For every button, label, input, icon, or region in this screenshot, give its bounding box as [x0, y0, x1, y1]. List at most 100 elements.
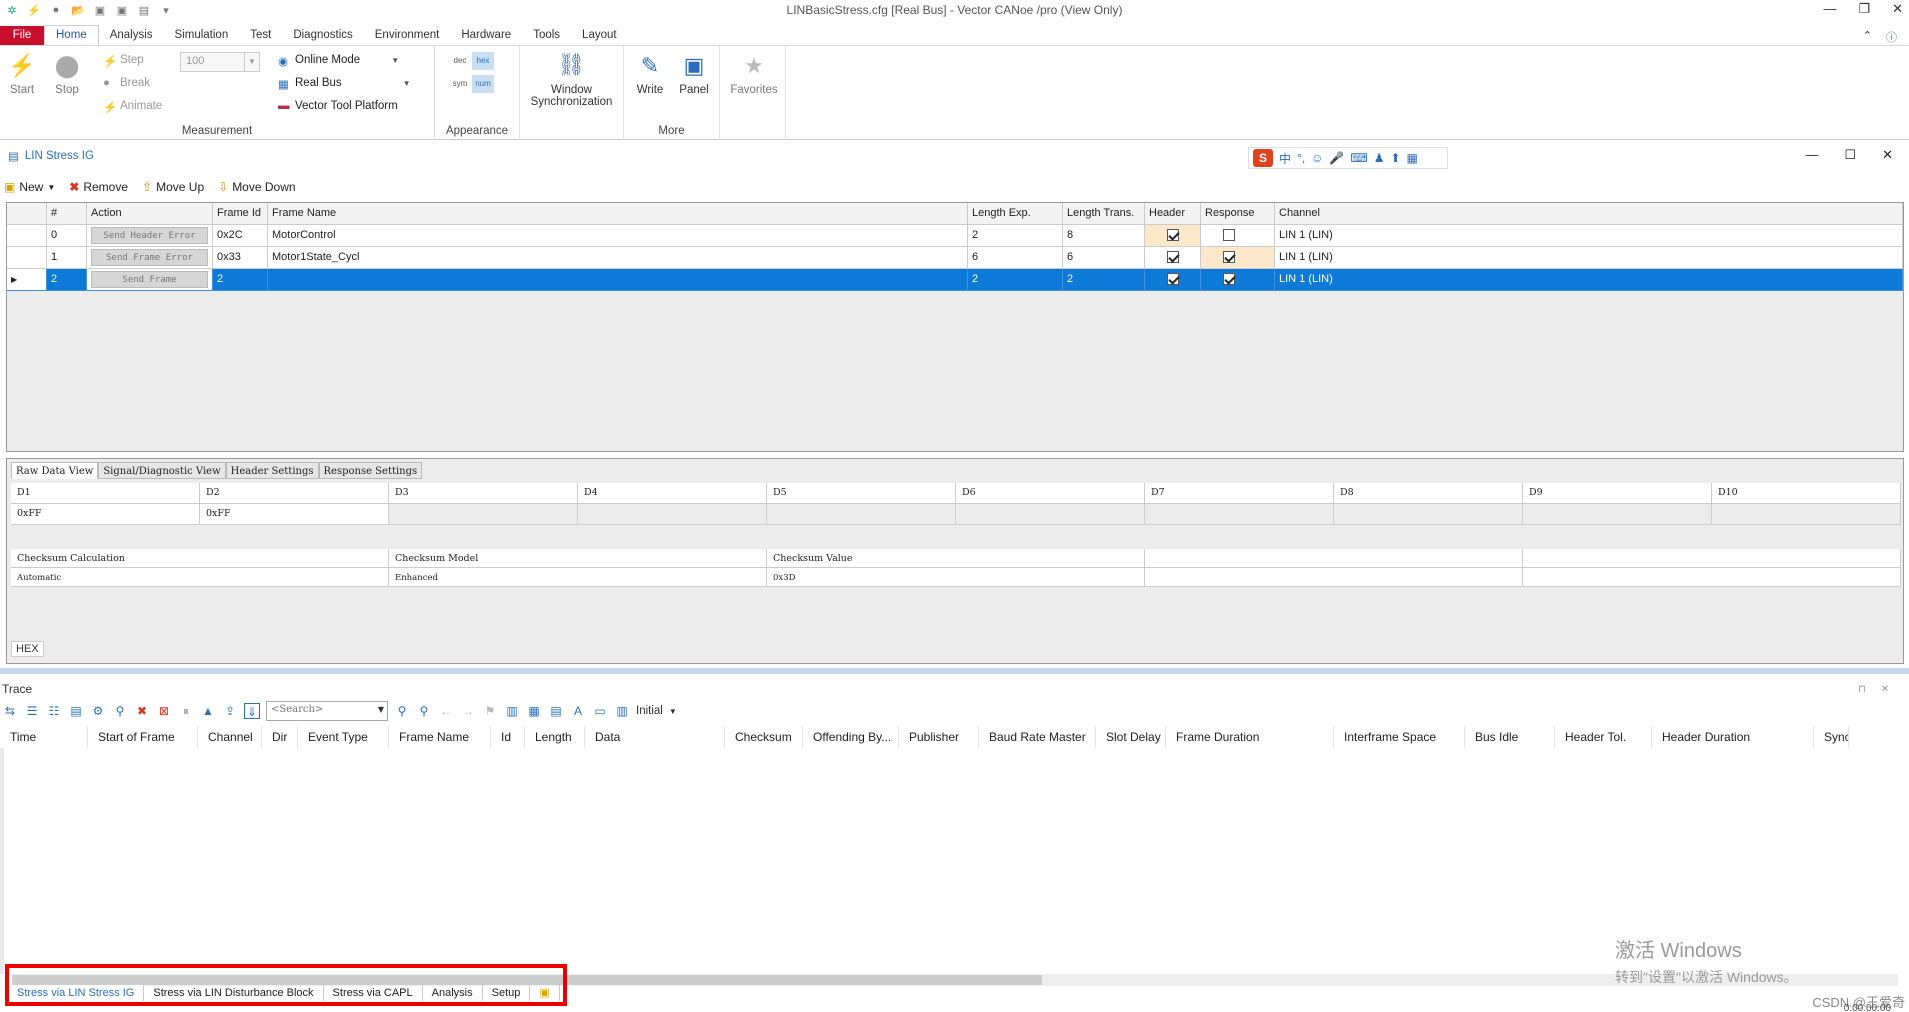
trace-autoscroll-icon[interactable]: ⇓: [244, 703, 260, 719]
checksum-value[interactable]: 0x3D: [767, 568, 1145, 587]
nav-forward-icon[interactable]: →: [460, 703, 476, 719]
grid-header-response[interactable]: Response: [1201, 203, 1275, 225]
print-icon[interactable]: ▤: [136, 4, 152, 17]
row-frame-id[interactable]: 0x33: [213, 247, 268, 269]
trace-col-data[interactable]: Data: [585, 726, 725, 748]
window-options-icon[interactable]: ▭: [592, 703, 608, 719]
trace-col-bus-idle[interactable]: Bus Idle: [1465, 726, 1555, 748]
row-frame-id[interactable]: 0x2C: [213, 225, 268, 247]
stop-button[interactable]: ⬤ Stop: [47, 52, 87, 96]
write-button[interactable]: ✎ Write: [630, 52, 670, 96]
trace-col-id[interactable]: Id: [491, 726, 525, 748]
trace-window-controls[interactable]: ⊓ ✕: [1858, 684, 1895, 695]
trace-col-frame-duration[interactable]: Frame Duration: [1166, 726, 1334, 748]
save-as-icon[interactable]: ▣: [114, 4, 130, 17]
view-options-icon[interactable]: ▤: [548, 703, 564, 719]
tab-simulation[interactable]: Simulation: [164, 26, 240, 45]
data-value-d10[interactable]: [1712, 504, 1901, 525]
ime-keyboard-icon[interactable]: ⌨: [1350, 151, 1367, 165]
grid-header-length-trans[interactable]: Length Trans.: [1063, 203, 1145, 225]
trace-col-offending-byte[interactable]: Offending By...: [803, 726, 899, 748]
trace-detail-icon[interactable]: ▤: [68, 703, 84, 719]
trace-filter-icon[interactable]: ⚙: [90, 703, 106, 719]
close-button[interactable]: ✕: [1892, 1, 1903, 17]
trace-col-sync-break[interactable]: Sync Br: [1814, 726, 1849, 748]
initial-layout-icon[interactable]: ▥: [614, 703, 630, 719]
open-folder-icon[interactable]: 📂: [70, 4, 86, 17]
grid-header-action[interactable]: Action: [87, 203, 213, 225]
ime-toolbox-icon[interactable]: ⬆: [1390, 151, 1400, 165]
trace-col-header-duration[interactable]: Header Duration: [1652, 726, 1814, 748]
data-value-d6[interactable]: [956, 504, 1145, 525]
trace-col-baud-rate-master[interactable]: Baud Rate Master: [979, 726, 1096, 748]
table-row[interactable]: 0 Send Header Error 0x2C MotorControl 2 …: [7, 225, 1903, 247]
panel-button[interactable]: ▣ Panel: [674, 52, 714, 96]
online-mode-button[interactable]: ◉ Online Mode ▼: [278, 54, 399, 68]
data-value-d4[interactable]: [578, 504, 767, 525]
data-value-d3[interactable]: [389, 504, 578, 525]
pane-splitter[interactable]: [0, 668, 1909, 674]
tab-tools[interactable]: Tools: [522, 26, 571, 45]
table-row[interactable]: 1 Send Frame Error 0x33 Motor1State_Cycl…: [7, 247, 1903, 269]
tab-environment[interactable]: Environment: [364, 26, 451, 45]
format-hex-button[interactable]: hex: [472, 52, 494, 70]
row-length-trans[interactable]: 2: [1063, 269, 1145, 291]
tab-stress-via-lin-disturbance-block[interactable]: Stress via LIN Disturbance Block: [144, 985, 324, 1001]
step-button[interactable]: ⚡ Step: [103, 54, 144, 68]
tab-analysis-desktop[interactable]: Analysis: [423, 985, 483, 1001]
bookmark-icon[interactable]: ⚑: [482, 703, 498, 719]
move-up-button[interactable]: ⇧ Move Up: [142, 180, 204, 194]
response-checkbox[interactable]: [1223, 229, 1235, 242]
row-action-cell[interactable]: Send Header Error: [87, 225, 213, 247]
trace-mode-icon[interactable]: ⇆: [2, 703, 18, 719]
response-checkbox[interactable]: [1223, 251, 1235, 264]
ime-skin-icon[interactable]: ♟: [1374, 151, 1385, 165]
tab-stress-via-capl[interactable]: Stress via CAPL: [324, 985, 423, 1001]
remove-button[interactable]: ✖ Remove: [69, 180, 128, 194]
trace-col-checksum[interactable]: Checksum: [725, 726, 803, 748]
ime-menu-icon[interactable]: ▦: [1407, 151, 1418, 165]
tab-hardware[interactable]: Hardware: [450, 26, 522, 45]
customize-arrow-icon[interactable]: ▾: [158, 4, 174, 17]
save-icon[interactable]: ▣: [92, 4, 108, 17]
trace-col-time[interactable]: Time: [0, 726, 88, 748]
tab-stress-via-lin-stress-ig[interactable]: Stress via LIN Stress IG: [8, 985, 145, 1001]
tab-response-settings[interactable]: Response Settings: [318, 462, 423, 479]
sogou-ime-icon[interactable]: S: [1253, 149, 1273, 167]
font-icon[interactable]: A: [570, 703, 586, 719]
row-length-exp[interactable]: 2: [968, 225, 1063, 247]
data-value-d9[interactable]: [1523, 504, 1712, 525]
header-checkbox[interactable]: [1167, 229, 1179, 242]
trace-col-frame-name[interactable]: Frame Name: [389, 726, 491, 748]
grid-header-frame-name[interactable]: Frame Name: [268, 203, 968, 225]
tab-test[interactable]: Test: [239, 26, 282, 45]
tab-layout[interactable]: Layout: [571, 26, 628, 45]
row-action-button[interactable]: Send Header Error: [91, 227, 208, 244]
row-frame-name[interactable]: Motor1State_Cycl: [268, 247, 968, 269]
trace-col-length[interactable]: Length: [525, 726, 585, 748]
trace-col-publisher[interactable]: Publisher: [899, 726, 979, 748]
checksum-calculation-value[interactable]: Automatic: [11, 568, 389, 587]
favorites-button[interactable]: ★ Favorites: [730, 52, 778, 96]
tab-header-settings[interactable]: Header Settings: [225, 462, 319, 479]
trace-col-slot-delay[interactable]: Slot Delay: [1096, 726, 1166, 748]
break-button[interactable]: ● Break: [103, 77, 150, 89]
trace-col-start-of-frame[interactable]: Start of Frame: [88, 726, 198, 748]
trace-binoculars-icon[interactable]: ⚲: [112, 703, 128, 719]
data-value-d7[interactable]: [1145, 504, 1334, 525]
ime-emoji-icon[interactable]: ☺: [1311, 151, 1323, 165]
tab-file[interactable]: File: [0, 26, 44, 45]
grid-header-header[interactable]: Header: [1145, 203, 1201, 225]
row-frame-name[interactable]: [268, 269, 968, 291]
columns-icon[interactable]: ▥: [504, 703, 520, 719]
tab-home[interactable]: Home: [44, 25, 99, 45]
row-channel[interactable]: LIN 1 (LIN): [1275, 225, 1903, 247]
trace-col-event-type[interactable]: Event Type: [298, 726, 389, 748]
chevron-down-icon[interactable]: ▼: [669, 707, 677, 716]
trace-pause-icon[interactable]: ⏸: [178, 703, 194, 719]
format-dec-button[interactable]: dec: [449, 52, 471, 70]
trace-initial-label[interactable]: Initial: [636, 705, 663, 717]
trace-fixed-icon[interactable]: ☷: [46, 703, 62, 719]
ime-chinese-icon[interactable]: 中: [1279, 150, 1291, 167]
chevron-down-icon[interactable]: ▼: [378, 705, 384, 714]
